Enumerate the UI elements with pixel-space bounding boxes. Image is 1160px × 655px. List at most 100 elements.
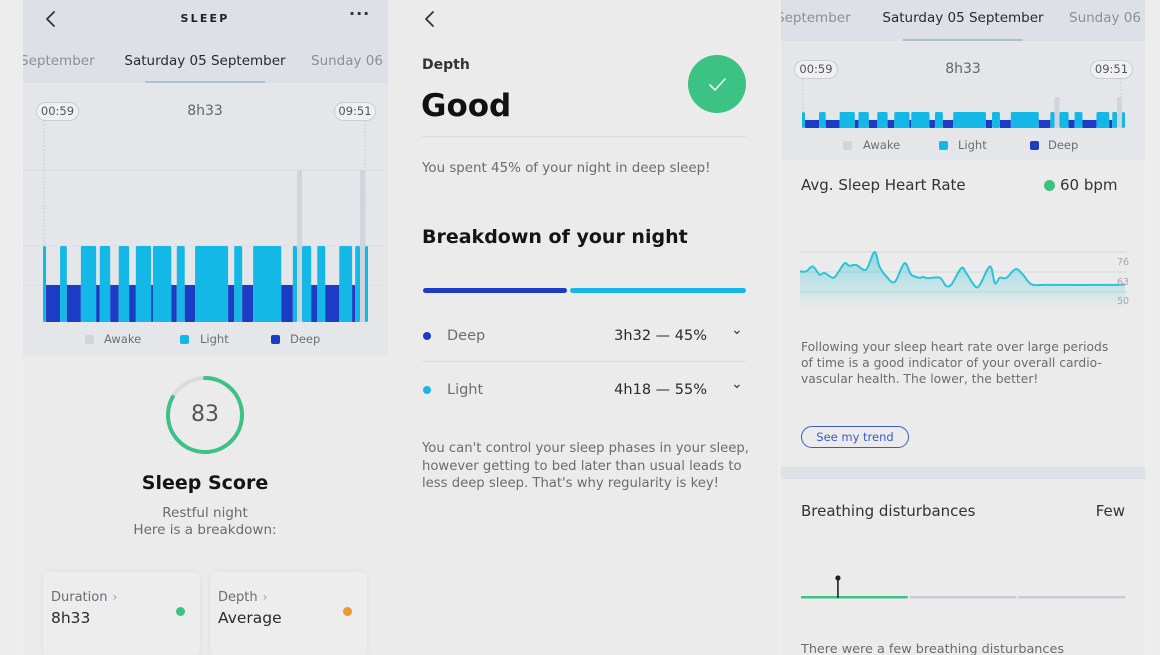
sleep-score-caption: Here is a breakdown:: [133, 522, 277, 538]
duration-card[interactable]: Duration › 8h33: [43, 572, 200, 655]
hypnogram-segment-light: [135, 246, 152, 322]
heart-rate-point: [911, 274, 912, 275]
hypnogram-segment-light: [43, 246, 47, 322]
breakdown-bar-deep: [423, 288, 567, 293]
hypnogram-segment-light: [80, 246, 97, 322]
duration-status-dot: [176, 607, 185, 616]
breakdown-title: Breakdown of your night: [422, 226, 688, 248]
row-value: 4h18 — 55%: [614, 382, 707, 398]
heart-rate-point: [994, 283, 995, 284]
heart-rate-point: [922, 276, 923, 277]
heart-rate-point: [844, 263, 845, 264]
heart-rate-point: [999, 277, 1000, 278]
hypnogram-segment-awake: [360, 170, 365, 322]
hypnogram-segment-deep: [281, 285, 293, 322]
heart-rate-point: [879, 266, 880, 267]
legend-awake-swatch: [85, 335, 94, 344]
hypnogram-segment-light: [118, 246, 130, 322]
hypnogram-segment-light: [176, 246, 185, 322]
sleep-details-screen: September Saturday 05 September Sunday 0…: [781, 0, 1145, 655]
heart-rate-point: [799, 271, 800, 272]
heart-rate-point: [979, 285, 980, 286]
heart-rate-point: [824, 272, 825, 273]
header-divider: [422, 136, 746, 137]
heart-rate-point: [961, 268, 962, 269]
breathing-scale-segment: [1018, 596, 1125, 599]
breakdown-bar-light: [570, 288, 746, 293]
row-label: Light: [447, 382, 484, 398]
chevron-left-icon: [425, 11, 434, 27]
hypnogram-segment-deep: [96, 285, 100, 322]
hypnogram-segment-deep: [184, 285, 196, 322]
heart-rate-point: [832, 277, 833, 278]
y-tick-label: 76: [1117, 257, 1129, 268]
breakdown-row-deep[interactable]: Deep 3h32 — 45% ⌄: [422, 320, 746, 354]
hypnogram-segment-deep: [66, 285, 81, 322]
deep-dot: [423, 332, 431, 340]
hypnogram-segment-deep: [110, 285, 119, 322]
breathing-marker-dot: [835, 575, 841, 581]
sleep-score-title: Sleep Score: [141, 472, 269, 494]
breathing-title: Breathing disturbances: [801, 502, 976, 520]
depth-overline: Depth: [422, 57, 470, 73]
heart-rate-point: [1031, 284, 1032, 285]
legend-light-swatch: [180, 335, 189, 344]
heart-rate-point: [837, 272, 838, 273]
hypnogram-segment-deep: [325, 285, 340, 322]
rating-badge: [688, 55, 746, 113]
heart-rate-point: [806, 271, 807, 272]
heart-rate-point: [966, 272, 967, 273]
depth-explanation: You can't control your sleep phases in y…: [422, 441, 749, 491]
heart-rate-point: [865, 269, 866, 270]
chevron-down-icon: ⌄: [731, 322, 743, 338]
hypnogram-segment-light: [253, 246, 282, 322]
heart-rate-point: [894, 281, 895, 282]
chevron-right-icon: ›: [112, 590, 118, 604]
y-tick-label: 50: [1117, 296, 1129, 307]
sleep-score-subtitle: Restful night: [162, 505, 248, 521]
heart-rate-point: [819, 274, 820, 275]
breathing-scale: [801, 575, 1125, 599]
hypnogram-chart: [23, 121, 388, 322]
sleep-screen: SLEEP ··· September Saturday 05 Septembe…: [23, 0, 388, 655]
heart-rate-point: [886, 276, 887, 277]
hypnogram-segment-deep: [171, 285, 177, 322]
row-divider: [422, 361, 746, 362]
breakdown-row-light[interactable]: Light 4h18 — 55% ⌄: [422, 374, 746, 408]
heart-rate-point: [849, 265, 850, 266]
hypnogram-segment-deep: [311, 285, 318, 322]
heart-rate-point: [919, 277, 920, 278]
legend-deep-label: Deep: [290, 332, 321, 346]
breathing-scale-segment: [801, 596, 908, 599]
depth-summary: You spent 45% of your night in deep slee…: [422, 161, 711, 176]
hypnogram-segment-light: [364, 246, 368, 322]
heart-rate-chart: 76 63 50: [799, 251, 1129, 308]
hypnogram-segment-light: [317, 246, 326, 322]
back-button[interactable]: [422, 9, 438, 29]
hypnogram-segment-awake: [297, 170, 303, 322]
light-dot: [423, 386, 431, 394]
hypnogram-segment-light: [355, 246, 361, 322]
breathing-scale-segment: [909, 596, 1017, 599]
depth-screen: Depth Good You spent 45% of your night i…: [388, 0, 778, 655]
section-separator: [781, 467, 1145, 479]
heart-rate-point: [951, 284, 952, 285]
legend-deep-swatch: [271, 335, 280, 344]
heart-rate-point: [1046, 284, 1047, 285]
heart-rate-point: [1015, 268, 1016, 269]
chevron-right-icon: ›: [262, 590, 268, 604]
heart-rate-point: [927, 278, 928, 279]
see-my-trend-button[interactable]: See my trend: [801, 426, 909, 448]
hypnogram-segment-deep: [242, 285, 254, 322]
checkmark-icon: [709, 78, 726, 91]
legend-awake-label: Awake: [104, 332, 142, 346]
hypnogram-segment-light: [302, 246, 312, 322]
hypnogram-segment-deep: [228, 285, 235, 322]
breakdown-bar: [423, 288, 746, 293]
heart-rate-point: [989, 266, 990, 267]
hypnogram-segment-deep: [151, 285, 153, 322]
sleep-score-value: 83: [191, 402, 219, 427]
depth-card[interactable]: Depth › Average: [210, 572, 367, 655]
hypnogram-segment-light: [292, 246, 298, 322]
hypnogram-segment-light: [152, 246, 172, 322]
